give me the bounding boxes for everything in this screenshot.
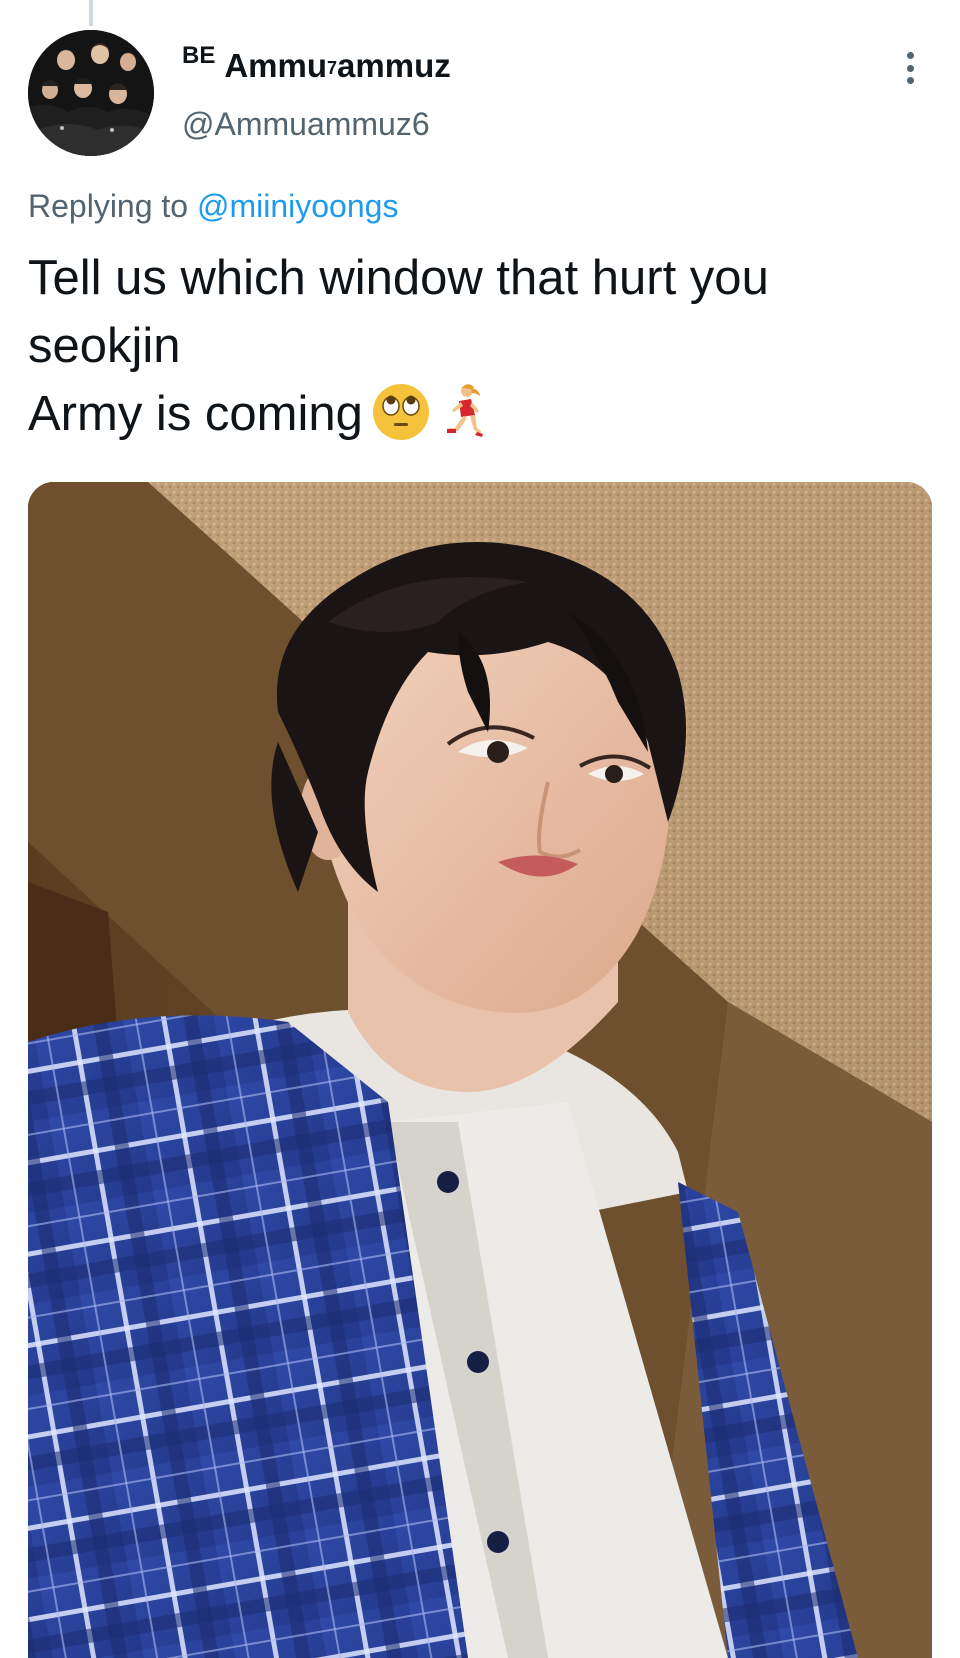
display-name-superscript: 7 bbox=[327, 58, 338, 78]
avatar-character-photo bbox=[28, 482, 932, 1658]
replying-to: Replying to @miiniyoongs bbox=[28, 186, 398, 226]
display-name-prefix: BE bbox=[182, 42, 216, 69]
tweet-text-line: Tell us which window that hurt you bbox=[28, 251, 769, 305]
tweet-media-photo[interactable] bbox=[28, 482, 932, 1658]
display-name-main: Ammu7ammuz bbox=[224, 46, 450, 86]
more-dot-icon bbox=[906, 77, 914, 84]
more-dot-icon bbox=[906, 64, 914, 72]
woman-running-icon bbox=[437, 382, 485, 442]
display-name[interactable]: BE Ammu7ammuz bbox=[182, 42, 451, 86]
display-name-part: Ammu bbox=[224, 47, 328, 84]
replying-to-label: Replying to bbox=[28, 188, 189, 224]
tweet-text-line: Army is coming bbox=[28, 387, 363, 441]
avatar[interactable] bbox=[28, 30, 154, 156]
avatar-photo bbox=[28, 30, 154, 156]
face-with-rolling-eyes-icon bbox=[371, 382, 431, 442]
user-handle[interactable]: @Ammuammuz6 bbox=[182, 104, 430, 144]
tweet-text: Tell us which window that hurt you seokj… bbox=[28, 244, 928, 448]
more-options-button[interactable] bbox=[896, 48, 924, 88]
thread-connector-line bbox=[89, 0, 93, 26]
tweet-text-line-with-emoji: Army is coming bbox=[28, 380, 928, 448]
more-dot-icon bbox=[906, 52, 914, 59]
display-name-suffix: ammuz bbox=[337, 47, 451, 84]
replying-to-link[interactable]: @miiniyoongs bbox=[197, 188, 398, 224]
tweet-text-line: seokjin bbox=[28, 319, 181, 373]
tweet-detail: BE Ammu7ammuz @Ammuammuz6 Replying to @m… bbox=[0, 0, 960, 1658]
